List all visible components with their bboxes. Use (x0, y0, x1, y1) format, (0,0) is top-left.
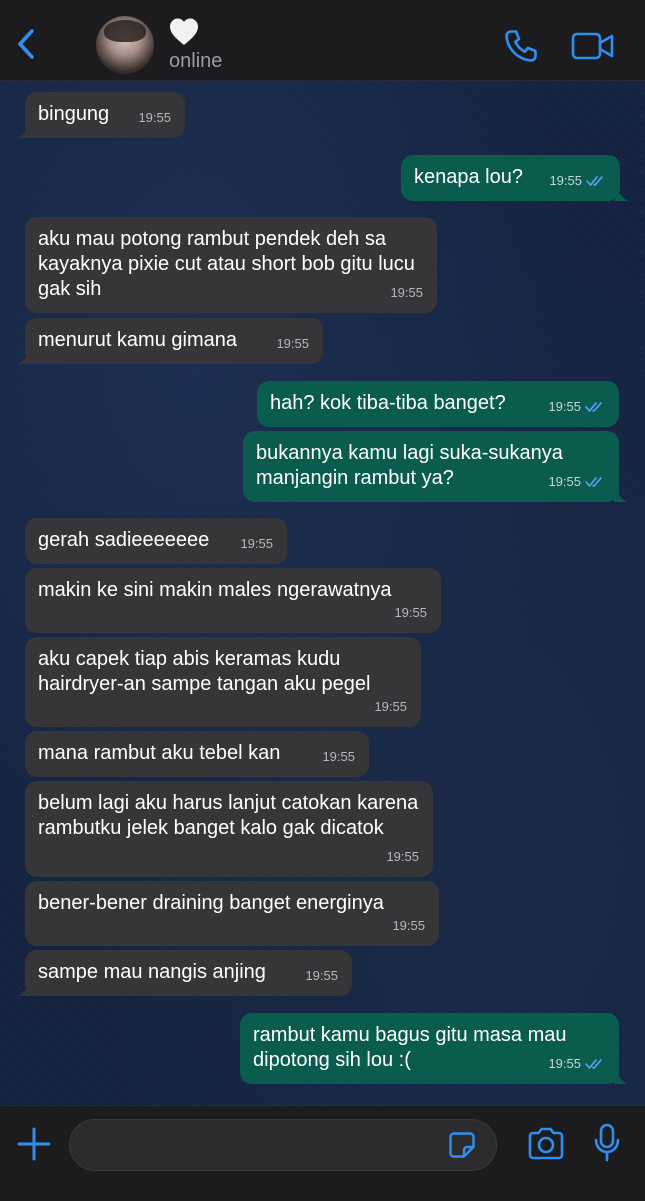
message-bubble-incoming[interactable]: mana rambut aku tebel kan 19:55 (25, 731, 369, 777)
message-bubble-outgoing[interactable]: rambut kamu bagus gitu masa mau dipotong… (240, 1013, 628, 1084)
bubble-tail (17, 350, 31, 364)
bubble-tail (17, 982, 31, 996)
message-text: kenapa lou? (414, 166, 523, 188)
message-timestamp: 19:55 (386, 849, 419, 864)
message-text: hah? kok tiba-tiba banget? (270, 392, 506, 414)
message-text: aku mau potong rambut pendek deh sa kaya… (38, 228, 415, 300)
message-timestamp: 19:55 (138, 110, 171, 125)
message-timestamp: 19:55 (322, 749, 355, 764)
message-bubble-incoming[interactable]: belum lagi aku harus lanjut catokan kare… (25, 781, 433, 877)
message-bubble-incoming[interactable]: makin ke sini makin males ngerawatnya 19… (25, 568, 441, 633)
message-text: bingung (38, 103, 110, 125)
message-timestamp: 19:55 (549, 168, 606, 193)
contact-status: online (169, 50, 223, 72)
message-timestamp: 19:55 (390, 285, 423, 300)
message-bubble-incoming[interactable]: bener-bener draining banget energinya 19… (25, 881, 439, 946)
message-bubble-incoming[interactable]: aku mau potong rambut pendek deh sa kaya… (25, 217, 437, 313)
read-receipt-icon (586, 175, 603, 186)
message-text: sampe mau nangis anjing (38, 961, 266, 983)
chevron-left-icon[interactable] (12, 26, 42, 62)
message-bubble-incoming[interactable]: bingung 19:55 (17, 92, 185, 138)
read-receipt-icon (585, 1058, 602, 1069)
message-bubble-outgoing[interactable]: hah? kok tiba-tiba banget? 19:55 (257, 381, 619, 427)
message-text: gerah sadieeeeeee (38, 529, 210, 551)
contact-name-heart-icon[interactable]: 🤍 (168, 16, 200, 48)
message-bubble-outgoing[interactable]: kenapa lou? 19:55 (401, 155, 629, 201)
message-bubble-incoming[interactable]: menurut kamu gimana 19:55 (17, 318, 323, 364)
message-timestamp: 19:55 (548, 1051, 605, 1076)
bubble-tail (614, 1070, 628, 1084)
microphone-icon[interactable] (593, 1123, 621, 1163)
message-bubble-incoming[interactable]: gerah sadieeeeeee 19:55 (25, 518, 287, 564)
message-timestamp: 19:55 (305, 968, 338, 983)
message-bubble-outgoing[interactable]: bukannya kamu lagi suka-sukanya manjangi… (243, 431, 628, 502)
bubble-tail (17, 124, 31, 138)
sticker-icon[interactable] (448, 1131, 476, 1159)
message-text: mana rambut aku tebel kan (38, 742, 281, 764)
message-timestamp: 19:55 (548, 394, 605, 419)
bubble-tail (615, 187, 629, 201)
camera-icon[interactable] (526, 1126, 566, 1162)
message-text: bener-bener draining banget energinya (38, 892, 384, 914)
message-input[interactable] (69, 1119, 497, 1171)
bubble-tail (614, 488, 628, 502)
message-text: menurut kamu gimana (38, 329, 237, 351)
phone-icon[interactable] (503, 28, 539, 64)
message-bubble-incoming[interactable]: aku capek tiap abis keramas kudu hairdry… (25, 637, 421, 727)
message-timestamp: 19:55 (276, 336, 309, 351)
message-text: bukannya kamu lagi suka-sukanya manjangi… (256, 442, 563, 489)
plus-icon[interactable] (16, 1126, 52, 1162)
video-camera-icon[interactable] (571, 30, 615, 62)
message-bubble-incoming[interactable]: sampe mau nangis anjing 19:55 (17, 950, 352, 996)
read-receipt-icon (585, 401, 602, 412)
message-timestamp: 19:55 (374, 699, 407, 714)
avatar[interactable] (96, 16, 154, 74)
message-timestamp: 19:55 (240, 536, 273, 551)
message-text: aku capek tiap abis keramas kudu hairdry… (38, 648, 371, 695)
read-receipt-icon (585, 476, 602, 487)
message-text: rambut kamu bagus gitu masa mau dipotong… (253, 1024, 567, 1071)
message-text: makin ke sini makin males ngerawatnya (38, 579, 392, 601)
message-timestamp: 19:55 (392, 918, 425, 933)
message-timestamp: 19:55 (548, 469, 605, 494)
message-text: belum lagi aku harus lanjut catokan kare… (38, 792, 419, 839)
message-timestamp: 19:55 (394, 605, 427, 620)
